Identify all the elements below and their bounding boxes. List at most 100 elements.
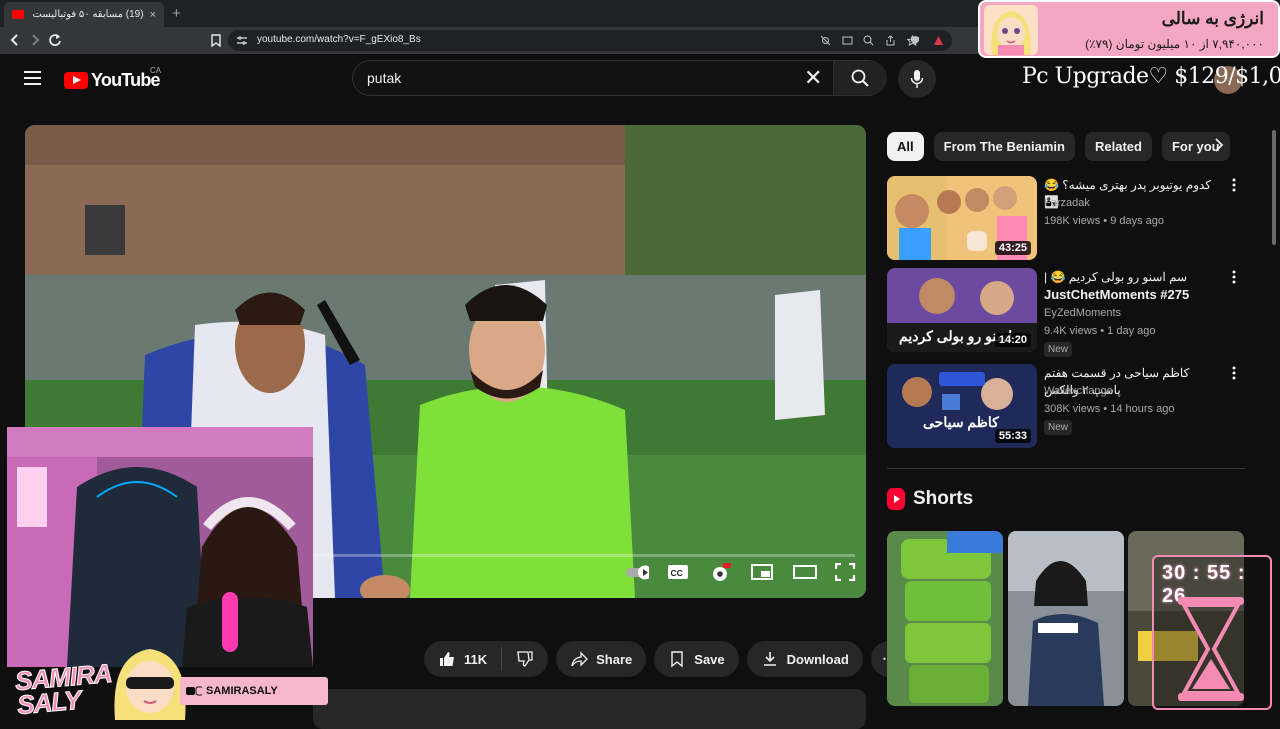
save-button[interactable]: Save: [654, 641, 739, 677]
shorts-icon: [887, 488, 905, 510]
shorts-label: Shorts: [913, 488, 974, 509]
download-button[interactable]: Download: [746, 641, 863, 677]
video-thumbnail[interactable]: کاظم سیاحی 55:33: [887, 364, 1037, 448]
country-code: CA: [150, 66, 162, 75]
forward-icon[interactable]: [29, 34, 41, 46]
social-handle-tag: SAMIRASALY: [180, 677, 328, 705]
bookmark-icon[interactable]: [211, 34, 221, 47]
related-chips: All From The Beniamin Related For you: [887, 132, 1230, 161]
video-thumbnail[interactable]: اسنو رو بولی کردیم 14:20: [887, 268, 1037, 352]
recommended-video[interactable]: 43:25 کدوم یوتیوبر پدر بهتری میشه؟ 😂 👨‍👧…: [887, 176, 1247, 262]
new-tab-button[interactable]: +: [172, 5, 181, 22]
recommended-video[interactable]: کاظم سیاحی 55:33 کاظم سیاحی در قسمت هفتم…: [887, 364, 1247, 450]
chip-all[interactable]: All: [887, 132, 924, 161]
tab-title: (19) مسابقه ۵۰ فوتبالیست برای ۱۰: [30, 9, 144, 20]
youtube-favicon-icon: [12, 10, 24, 19]
download-icon: [763, 652, 776, 666]
hamburger-menu-icon[interactable]: [24, 71, 41, 85]
player-controls: CC: [625, 563, 859, 581]
bookmark-save-icon: [671, 651, 683, 668]
zoom-icon[interactable]: [863, 35, 874, 46]
energy-donation-banner: انرژی به سالی ۷,۹۴۰,۰۰۰ از ۱۰ میلیون توم…: [978, 0, 1280, 58]
address-bar[interactable]: youtube.com/watch?v=F_gEXio8_Bs: [228, 30, 952, 51]
more-vert-icon[interactable]: [1232, 270, 1236, 284]
cast-icon[interactable]: [842, 35, 853, 46]
video-meta: 9.4K views • 1 day ago: [1044, 325, 1156, 337]
channel-name[interactable]: Farzadak: [1044, 197, 1090, 209]
short-item[interactable]: [887, 531, 1003, 706]
back-icon[interactable]: [9, 34, 21, 46]
captions-icon[interactable]: CC: [667, 563, 691, 581]
streamer-name: SAMIRA SALY: [13, 657, 114, 721]
youtube-logo[interactable]: YouTube CA: [64, 66, 161, 91]
brave-shield-icon[interactable]: [910, 35, 920, 46]
dislike-button[interactable]: [502, 641, 548, 677]
clear-search-icon[interactable]: ✕: [804, 65, 822, 91]
new-badge: New: [1044, 342, 1073, 357]
url-text[interactable]: youtube.com/watch?v=F_gEXio8_Bs: [257, 34, 421, 45]
short-item[interactable]: [1008, 531, 1124, 706]
video-title-line-2[interactable]: JustChetMoments #275: [1044, 287, 1189, 302]
search-button[interactable]: [833, 61, 887, 95]
like-count: 11K: [464, 651, 488, 667]
youtube-play-icon: [64, 72, 88, 89]
social-handle: SAMIRASALY: [206, 685, 278, 697]
banner-title: انرژی به سالی: [1161, 9, 1264, 28]
chip-related[interactable]: Related: [1084, 132, 1152, 161]
site-settings-icon[interactable]: [236, 35, 248, 46]
section-divider: [887, 468, 1245, 469]
sidebar-scrollbar[interactable]: [1272, 130, 1276, 245]
video-duration: 14:20: [994, 333, 1031, 347]
thumbs-down-icon: [517, 651, 533, 667]
cartoon-avatar: [114, 649, 186, 720]
video-title[interactable]: سم اسنو رو بولی کردیم 😂 |: [1044, 269, 1216, 286]
reload-icon[interactable]: [48, 33, 62, 47]
settings-gear-icon[interactable]: [709, 563, 733, 581]
browser-tab[interactable]: (19) مسابقه ۵۰ فوتبالیست برای ۱۰ ×: [4, 2, 164, 27]
countdown-timer: 30 : 55 : 26: [1152, 555, 1272, 710]
recommended-video[interactable]: اسنو رو بولی کردیم 14:20 سم اسنو رو بولی…: [887, 268, 1247, 357]
progress-bar[interactable]: [313, 554, 855, 557]
fullscreen-icon[interactable]: [835, 563, 859, 581]
search-input[interactable]: [367, 70, 787, 86]
streamer-brand-overlay: SAMIRA SALY SAMIRASALY: [0, 645, 328, 721]
cartoon-avatar: [984, 5, 1038, 55]
share-page-icon[interactable]: [885, 35, 896, 46]
short-thumbnail: [1008, 531, 1124, 706]
theater-mode-icon[interactable]: [793, 563, 817, 581]
microphone-icon: [910, 70, 924, 88]
channel-name[interactable]: EyZedMoments: [1044, 307, 1121, 319]
chip-from-the-beniamin[interactable]: From The Beniamin: [933, 132, 1075, 161]
share-label: Share: [596, 651, 633, 667]
download-label: Download: [786, 651, 849, 667]
more-vert-icon[interactable]: [1232, 178, 1236, 192]
video-meta: 198K views • 9 days ago: [1044, 215, 1165, 227]
search-icon: [851, 69, 869, 87]
eye-off-icon[interactable]: [820, 35, 831, 46]
chevron-right-icon[interactable]: [1214, 138, 1224, 152]
search-box: ✕: [352, 60, 887, 96]
svg-text:CC: CC: [671, 568, 683, 578]
autoplay-toggle-icon[interactable]: [625, 563, 649, 581]
video-duration: 43:25: [994, 241, 1031, 255]
shorts-header: Shorts: [887, 488, 973, 510]
video-meta: 308K views • 14 hours ago: [1044, 403, 1175, 415]
share-button[interactable]: Share: [556, 641, 647, 677]
brave-rewards-icon[interactable]: [933, 35, 944, 46]
more-vert-icon[interactable]: [1232, 366, 1236, 380]
description-box[interactable]: [313, 689, 866, 729]
thumbnail-overlay-text: کاظم سیاحی: [923, 414, 999, 430]
save-label: Save: [694, 651, 725, 667]
channel-name[interactable]: Wallexchange: [1044, 385, 1113, 397]
webcam-feed: [7, 427, 313, 667]
streamer-webcam: [7, 427, 313, 667]
voice-search-button[interactable]: [898, 60, 936, 98]
miniplayer-icon[interactable]: [751, 563, 775, 581]
streamer-name-line-2: SALY: [15, 684, 82, 721]
tab-close-icon[interactable]: ×: [150, 9, 156, 21]
video-thumbnail[interactable]: 43:25: [887, 176, 1037, 260]
pc-upgrade-goal-overlay: Pc Upgrade♡ $129/$1,000: [1022, 64, 1280, 89]
thumbs-up-icon: [440, 652, 454, 666]
like-button[interactable]: 11K: [424, 641, 501, 677]
new-badge: New: [1044, 420, 1073, 435]
